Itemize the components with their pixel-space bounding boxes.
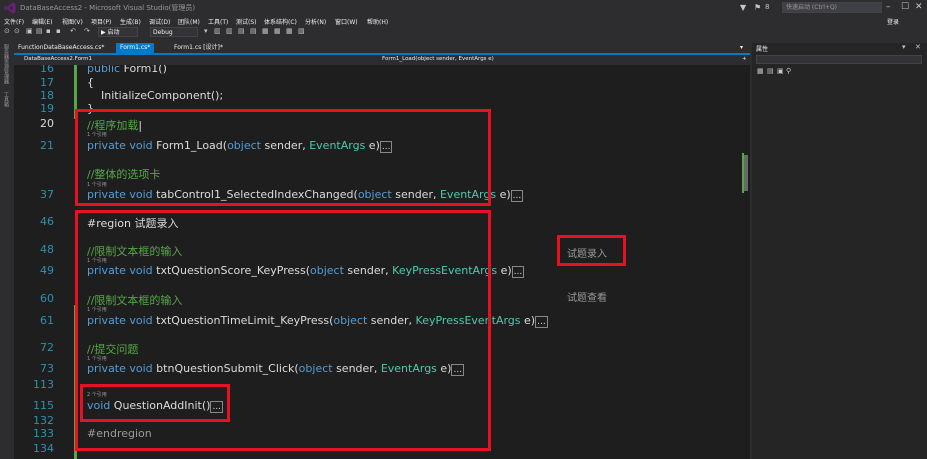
collapsed-block[interactable]: ... — [511, 266, 525, 278]
menu-file[interactable]: 文件(F) — [4, 17, 24, 26]
collapsed-block[interactable]: ... — [510, 190, 524, 202]
tab-dropdown-icon[interactable]: ▾ — [740, 43, 743, 53]
server-explorer-tab[interactable]: 服务器资源管理器 — [2, 44, 10, 84]
class-combo[interactable]: DataBaseAccess2.Form1 — [24, 55, 324, 64]
line-number: 46 — [40, 215, 54, 228]
highlight-box — [75, 109, 491, 206]
menu-architecture[interactable]: 体系结构(C) — [264, 17, 297, 26]
menu-analyze[interactable]: 分析(N) — [305, 17, 326, 26]
start-debug-button[interactable]: ▶ 启动 — [98, 27, 138, 37]
toolbar-tool-icon[interactable]: ▦ — [286, 27, 293, 35]
line-number: 18 — [40, 89, 54, 102]
close-button[interactable]: ✕ — [915, 2, 923, 12]
line-number: 133 — [33, 427, 54, 440]
save-icon[interactable]: ▪ — [46, 27, 51, 35]
undo-icon[interactable]: ↶ — [70, 27, 76, 35]
scrollbar-thumb[interactable] — [744, 155, 748, 191]
line-number: 21 — [40, 139, 54, 152]
object-select[interactable] — [756, 55, 922, 64]
line-number: 19 — [40, 102, 54, 115]
minimize-button[interactable]: – — [886, 2, 891, 12]
line-number: 134 — [33, 442, 54, 455]
redo-icon[interactable]: ↷ — [84, 27, 90, 35]
toolbar-tool-icon[interactable]: ▥ — [226, 27, 233, 35]
window-title: DataBaseAccess2 - Microsoft Visual Studi… — [20, 4, 196, 12]
visual-studio-logo-icon — [4, 2, 16, 14]
toolbar-tool-icon[interactable]: ▥ — [214, 27, 221, 35]
toolbar-tool-icon[interactable]: ▤ — [238, 27, 245, 35]
line-number: 73 — [40, 362, 54, 375]
line-number: 60 — [40, 292, 54, 305]
menu-debug[interactable]: 调试(D) — [149, 17, 170, 26]
save-all-icon[interactable]: ▪ — [56, 27, 61, 35]
toolbar-tool-icon[interactable]: ▦ — [274, 27, 281, 35]
search-icon[interactable]: ⚲ — [786, 67, 791, 75]
menu-build[interactable]: 生成(B) — [120, 17, 141, 26]
line-number: 49 — [40, 264, 54, 277]
close-icon[interactable]: ✕ — [915, 43, 921, 51]
toolbar: ⊙ ⊙ ▣ ▤ ▪ ▪ ↶ ↷ ▶ 启动 Debug ▾ ▥ ▥ ▤ ▤ ▦ ▦… — [0, 27, 760, 38]
open-folder-icon[interactable]: ▤ — [36, 27, 43, 35]
filter-icon[interactable]: ▼ — [740, 3, 746, 12]
menu-window[interactable]: 窗口(W) — [335, 17, 358, 26]
alphabetical-icon[interactable]: ▤ — [767, 67, 774, 75]
split-icon[interactable]: + — [742, 55, 747, 64]
line-number: 48 — [40, 243, 54, 256]
document-tabs: FunctionDataBaseAccess.cs* Form1.cs* For… — [14, 43, 750, 55]
line-number: 61 — [40, 314, 54, 327]
property-pages-icon[interactable]: ▣ — [777, 67, 784, 75]
line-number: 20 — [40, 117, 54, 130]
toolbar-tool-icon[interactable]: ▤ — [250, 27, 257, 35]
pin-icon[interactable]: ▾ — [902, 43, 906, 51]
code-editor[interactable]: 16 public Form1() 17 { 18 InitializeComp… — [14, 65, 742, 459]
new-item-icon[interactable]: ▣ — [26, 27, 33, 35]
code-line: public Form1() — [87, 65, 167, 75]
tab-function-database-access[interactable]: FunctionDataBaseAccess.cs* — [14, 43, 108, 53]
line-number: 113 — [33, 378, 54, 391]
line-number: 115 — [33, 399, 54, 412]
tab-form1-designer[interactable]: Form1.cs [设计]* — [170, 43, 227, 53]
categorized-icon[interactable]: ▦ — [757, 67, 764, 75]
properties-title: 属性 — [756, 46, 769, 53]
forward-icon[interactable]: ⊙ — [14, 27, 20, 35]
maximize-button[interactable]: ☐ — [901, 2, 909, 12]
quick-launch-input[interactable]: 快速启动 (Ctrl+Q) — [782, 2, 882, 13]
navigation-bar: DataBaseAccess2.Form1 Form1_Load(object … — [14, 55, 750, 64]
line-number: 17 — [40, 76, 54, 89]
menu-bar: 文件(F) 编辑(E) 视图(V) 项目(P) 生成(B) 调试(D) 团队(M… — [0, 16, 927, 26]
menu-help[interactable]: 帮助(H) — [367, 17, 388, 26]
menu-team[interactable]: 团队(M) — [178, 17, 200, 26]
label-question-view: 试题查看 — [567, 293, 607, 304]
back-icon[interactable]: ⊙ — [4, 27, 10, 35]
toolbar-tool-icon[interactable]: ▦ — [262, 27, 269, 35]
collapsed-block[interactable]: ... — [535, 316, 548, 328]
properties-panel: 属性 ▾ ✕ ▦ ▤ ▣ ⚲ — [752, 43, 927, 459]
menu-edit[interactable]: 编辑(E) — [32, 17, 52, 26]
change-marker — [742, 153, 744, 193]
line-number: 37 — [40, 188, 54, 201]
code-line: { — [87, 76, 94, 89]
toolbar-tool-icon[interactable]: ▧ — [298, 27, 305, 35]
menu-view[interactable]: 视图(V) — [62, 17, 83, 26]
member-combo[interactable]: Form1_Load(object sender, EventArgs e) — [382, 55, 712, 64]
menu-test[interactable]: 测试(S) — [236, 17, 257, 26]
toolbar-more-icon[interactable]: ▾ — [204, 27, 208, 35]
config-select[interactable]: Debug — [150, 27, 198, 37]
menu-project[interactable]: 项目(P) — [91, 17, 111, 26]
title-bar: DataBaseAccess2 - Microsoft Visual Studi… — [0, 0, 927, 16]
left-tool-strip: 服务器资源管理器 工具箱 — [0, 40, 12, 459]
toolbox-tab[interactable]: 工具箱 — [2, 92, 10, 107]
login-link[interactable]: 登录 — [887, 17, 899, 26]
code-line: InitializeComponent(); — [87, 89, 224, 102]
editor-scrollbar[interactable] — [742, 65, 750, 459]
label-question-entry: 试题录入 — [567, 249, 607, 260]
line-number: 132 — [33, 414, 54, 427]
tab-form1-code[interactable]: Form1.cs* — [116, 43, 155, 53]
line-number: 16 — [40, 65, 54, 75]
menu-tools[interactable]: 工具(T) — [208, 17, 228, 26]
notification-count[interactable]: 8 — [765, 3, 769, 11]
line-number: 72 — [40, 341, 54, 354]
flag-icon[interactable]: ⚑ — [754, 3, 761, 12]
highlight-box — [80, 384, 230, 422]
